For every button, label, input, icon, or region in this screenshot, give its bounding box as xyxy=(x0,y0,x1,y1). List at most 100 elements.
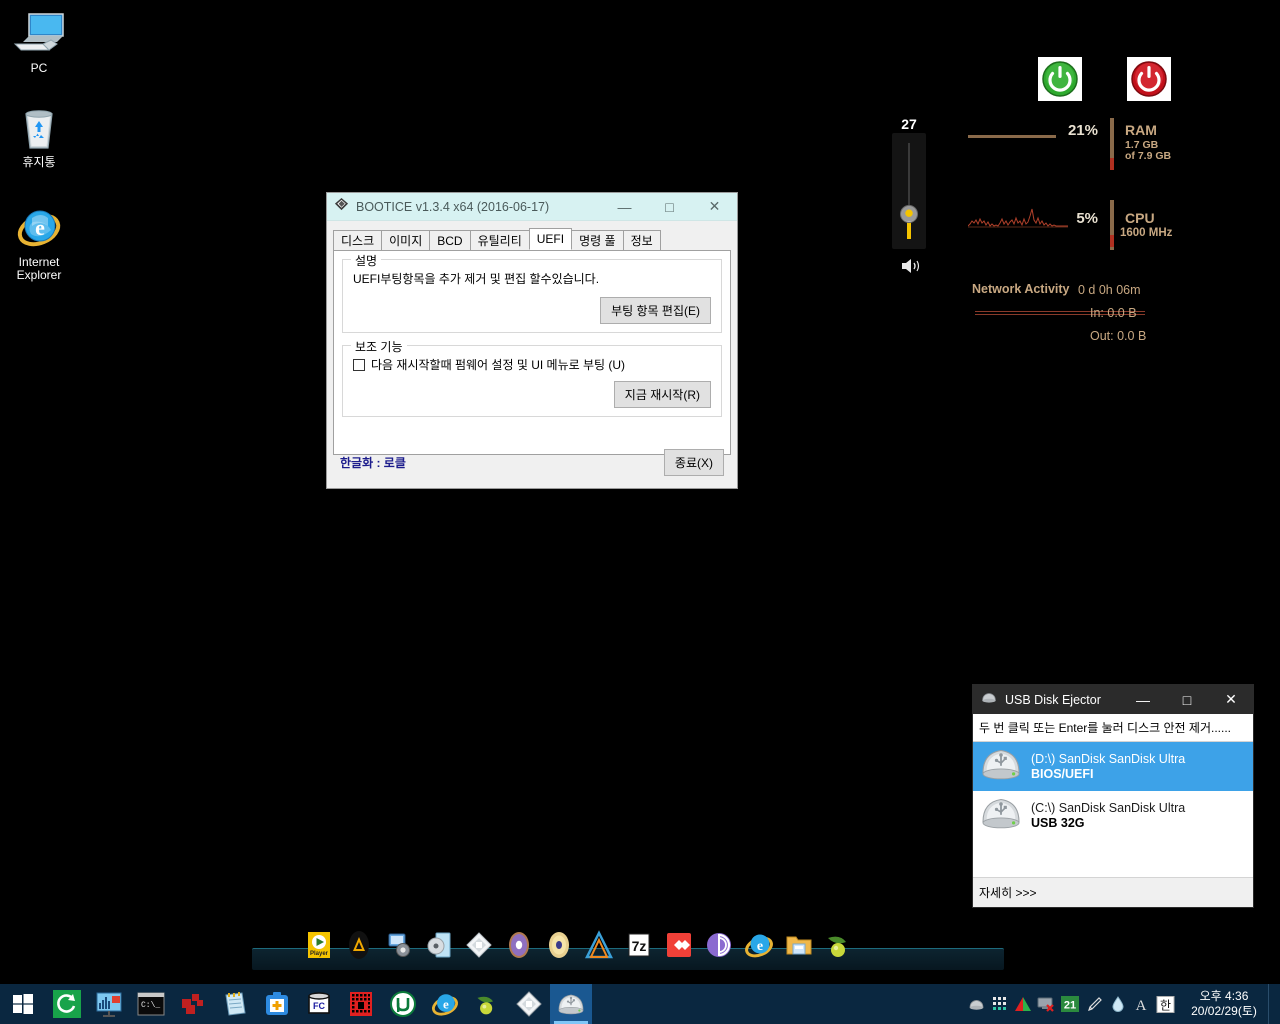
ejector-hint-text: 두 번 클릭 또는 Enter를 눌러 디스크 안전 제거...... xyxy=(973,714,1253,742)
exit-button[interactable]: 종료(X) xyxy=(663,448,724,476)
shutdown-power-button[interactable] xyxy=(1127,57,1171,101)
desktop-icon-recycle-bin[interactable]: 휴지통 xyxy=(2,104,76,169)
dock-file-explorer[interactable] xyxy=(784,930,814,960)
tab-uefi[interactable]: UEFI xyxy=(528,228,573,250)
dock-triangle-app[interactable] xyxy=(584,930,614,960)
speaker-icon[interactable] xyxy=(900,257,922,280)
tab-bcd[interactable]: BCD xyxy=(429,230,471,250)
boot-to-firmware-checkbox-row[interactable]: 다음 재시작할때 펌웨어 설정 및 UI 메뉴로 부팅 (U) xyxy=(353,356,711,373)
dock-olive-app[interactable] xyxy=(824,930,854,960)
taskbar-first-aid[interactable] xyxy=(256,984,298,1024)
restart-power-button[interactable] xyxy=(1038,57,1082,101)
command-prompt-icon: C:\_ xyxy=(137,992,165,1016)
list-item[interactable]: (C:\) SanDisk SanDisk Ultra USB 32G xyxy=(973,791,1253,840)
usb-disk-ejector-window[interactable]: USB Disk Ejector — □ ✕ 두 번 클릭 또는 Enter를 … xyxy=(972,684,1254,908)
desktop-icon-internet-explorer[interactable]: e Internet Explorer xyxy=(2,204,76,282)
tab-utility[interactable]: 유틸리티 xyxy=(469,230,530,250)
tab-image[interactable]: 이미지 xyxy=(381,230,431,250)
ejector-details-link[interactable]: 자세히 >>> xyxy=(973,877,1253,907)
ejector-close-button[interactable]: ✕ xyxy=(1209,685,1253,714)
bootice-close-button[interactable]: ✕ xyxy=(692,193,737,220)
cpu-label: CPU xyxy=(1125,210,1155,226)
taskbar-recovery[interactable] xyxy=(46,984,88,1024)
tray-font-icon[interactable]: A xyxy=(1131,992,1150,1016)
ejector-titlebar[interactable]: USB Disk Ejector — □ ✕ xyxy=(973,685,1253,714)
ejector-minimize-button[interactable]: — xyxy=(1121,685,1165,714)
boot-to-firmware-label: 다음 재시작할때 펌웨어 설정 및 UI 메뉴로 부팅 (U) xyxy=(371,358,626,372)
taskbar-usb-disk-ejector[interactable] xyxy=(550,984,592,1024)
tab-info[interactable]: 정보 xyxy=(622,230,661,250)
dock-disc-tool[interactable] xyxy=(424,930,454,960)
taskbar-olive-app[interactable] xyxy=(466,984,508,1024)
dock-internet-explorer[interactable]: e xyxy=(744,930,774,960)
taskbar-notepad[interactable] xyxy=(214,984,256,1024)
bootice-titlebar[interactable]: BOOTICE v1.3.4 x64 (2016-06-17) — □ ✕ xyxy=(327,193,737,221)
dock-red-app[interactable] xyxy=(664,930,694,960)
taskbar-fc-app[interactable]: FC xyxy=(298,984,340,1024)
taskbar-clock[interactable]: 오후 4:36 20/02/29(토) xyxy=(1178,989,1268,1019)
dock-system-settings[interactable] xyxy=(384,930,414,960)
restart-now-button[interactable]: 지금 재시작(R) xyxy=(613,381,711,408)
ejector-maximize-button[interactable]: □ xyxy=(1165,685,1209,714)
tray-pen-icon[interactable] xyxy=(1085,992,1104,1016)
aux-functions-legend: 보조 기능 xyxy=(351,338,407,355)
cpu-divider-accent xyxy=(1110,235,1114,247)
svg-text:e: e xyxy=(35,215,45,240)
dock-media-player[interactable]: Player xyxy=(304,930,334,960)
red-grid-icon xyxy=(350,992,372,1016)
dock-diamond-app[interactable] xyxy=(464,930,494,960)
dock-dvd-burner[interactable] xyxy=(504,930,534,960)
svg-text:A: A xyxy=(1135,998,1146,1012)
tray-drop-icon[interactable] xyxy=(1108,992,1127,1016)
desktop-icon-pc[interactable]: PC xyxy=(2,10,76,75)
network-monitor-icon xyxy=(96,992,122,1017)
dock-7zip[interactable]: 7z xyxy=(624,930,654,960)
list-item[interactable]: (D:\) SanDisk SanDisk Ultra BIOS/UEFI xyxy=(973,742,1253,791)
taskbar-bootice[interactable] xyxy=(508,984,550,1024)
tab-command-pool[interactable]: 명령 풀 xyxy=(571,230,624,250)
start-button[interactable] xyxy=(0,984,46,1024)
taskbar-red-blocks-app[interactable] xyxy=(172,984,214,1024)
ram-usage-bar xyxy=(968,135,1056,138)
taskbar-utorrent[interactable] xyxy=(382,984,424,1024)
device-volume-label: USB 32G xyxy=(1031,815,1085,830)
boot-to-firmware-checkbox[interactable] xyxy=(353,358,365,371)
tray-usb-eject-icon[interactable] xyxy=(967,992,986,1016)
taskbar-internet-explorer[interactable]: e xyxy=(424,984,466,1024)
tray-ime-korean-icon[interactable]: 한 xyxy=(1154,992,1176,1016)
taskbar-network-monitor[interactable] xyxy=(88,984,130,1024)
first-aid-icon xyxy=(266,992,288,1015)
taskbar: C:\_ FC e 21 A 한 오후 4:36 20/02/29(토) xyxy=(0,984,1280,1024)
bootice-maximize-button[interactable]: □ xyxy=(647,193,692,220)
svg-text:한: 한 xyxy=(1159,998,1170,1012)
tray-aimp-icon[interactable] xyxy=(1013,992,1032,1016)
edit-boot-entries-button[interactable]: 부팅 항목 편집(E) xyxy=(600,297,711,324)
dock-bittorrent[interactable] xyxy=(704,930,734,960)
show-desktop-button[interactable] xyxy=(1268,984,1276,1024)
olive-leaf-icon xyxy=(477,996,494,1015)
network-out: Out: 0.0 B xyxy=(1090,329,1147,343)
description-legend: 설명 xyxy=(351,252,382,269)
volume-knob[interactable] xyxy=(900,205,918,223)
dock-amp-app[interactable] xyxy=(344,930,374,960)
localization-note: 한글화 : 로클 xyxy=(340,455,406,470)
recycle-bin-icon xyxy=(2,104,76,152)
taskbar-red-grid-app[interactable] xyxy=(340,984,382,1024)
ram-total: of 7.9 GB xyxy=(1125,150,1172,162)
bootice-minimize-button[interactable]: — xyxy=(602,193,647,220)
dock-imgburn[interactable] xyxy=(544,930,574,960)
ejector-device-list[interactable]: (D:\) SanDisk SanDisk Ultra BIOS/UEFI (C… xyxy=(973,742,1253,877)
tab-disk[interactable]: 디스크 xyxy=(333,230,383,250)
green-power-icon xyxy=(1042,61,1078,97)
tray-display-off-icon[interactable] xyxy=(1036,992,1055,1016)
taskbar-command-prompt[interactable]: C:\_ xyxy=(130,984,172,1024)
internet-explorer-icon: e xyxy=(2,204,76,252)
bootice-window[interactable]: BOOTICE v1.3.4 x64 (2016-06-17) — □ ✕ 디스… xyxy=(326,192,738,489)
ram-label: RAM xyxy=(1125,122,1157,138)
tray-count-badge[interactable]: 21 xyxy=(1059,992,1081,1016)
svg-text:7z: 7z xyxy=(632,938,647,954)
bootice-title-text: BOOTICE v1.3.4 x64 (2016-06-17) xyxy=(356,199,550,214)
volume-slider[interactable] xyxy=(892,133,926,249)
tray-grid-icon[interactable] xyxy=(990,992,1009,1016)
cpu-frequency: 1600 MHz xyxy=(1120,227,1173,239)
